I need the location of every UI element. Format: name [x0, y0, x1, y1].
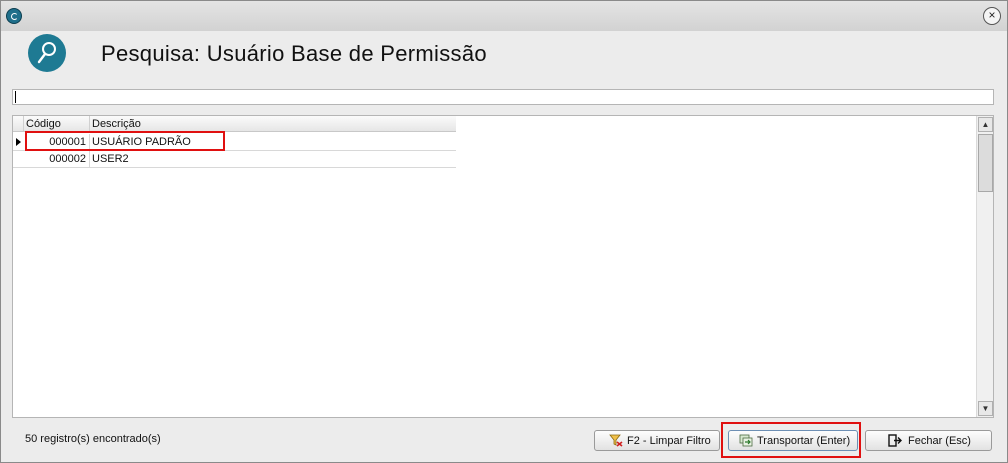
close-label: Fechar (Esc): [908, 435, 971, 447]
filter-input[interactable]: [12, 89, 994, 105]
page-title: Pesquisa: Usuário Base de Permissão: [101, 41, 487, 66]
close-button[interactable]: Fechar (Esc): [865, 430, 992, 451]
column-header-description[interactable]: Descrição: [90, 116, 456, 131]
status-bar: 50 registro(s) encontrado(s) F2 - Limpar…: [1, 419, 1007, 462]
scroll-down-icon[interactable]: ▼: [978, 401, 993, 416]
cell-description: USER2: [92, 153, 129, 165]
close-window-button[interactable]: ×: [983, 7, 1001, 25]
exit-icon: [888, 434, 902, 447]
cell-code: 000002: [24, 151, 90, 168]
record-count: 50 registro(s) encontrado(s): [25, 433, 161, 445]
cell-code: 000001: [24, 134, 90, 151]
transport-label: Transportar (Enter): [757, 435, 851, 447]
grid-header: Código Descrição: [13, 116, 456, 132]
vertical-scrollbar[interactable]: ▲ ▼: [976, 116, 993, 417]
clear-filter-label: F2 - Limpar Filtro: [627, 435, 711, 447]
indicator-header: [13, 116, 24, 131]
magnifier-icon: [28, 34, 66, 72]
table-row[interactable]: 000002 USER2: [13, 151, 456, 168]
results-grid-panel[interactable]: Código Descrição 000001 USUÁRIO PADRÃO 0…: [12, 115, 994, 418]
transport-button[interactable]: Transportar (Enter): [728, 430, 858, 451]
title-bar[interactable]: ×: [1, 1, 1007, 31]
clear-filter-button[interactable]: F2 - Limpar Filtro: [594, 430, 720, 451]
scroll-up-icon[interactable]: ▲: [978, 117, 993, 132]
dialog-header: Pesquisa: Usuário Base de Permissão: [1, 31, 1007, 81]
table-row[interactable]: 000001 USUÁRIO PADRÃO: [13, 134, 456, 151]
search-dialog: × Pesquisa: Usuário Base de Permissão Có…: [0, 0, 1008, 463]
scrollbar-thumb[interactable]: [978, 134, 993, 192]
current-row-indicator-icon: [16, 138, 21, 146]
app-logo-icon: [7, 9, 21, 23]
funnel-clear-icon: [609, 434, 623, 447]
text-caret: [15, 91, 16, 103]
cell-description: USUÁRIO PADRÃO: [92, 136, 191, 148]
transport-icon: [739, 434, 753, 447]
column-header-code[interactable]: Código: [24, 116, 90, 131]
